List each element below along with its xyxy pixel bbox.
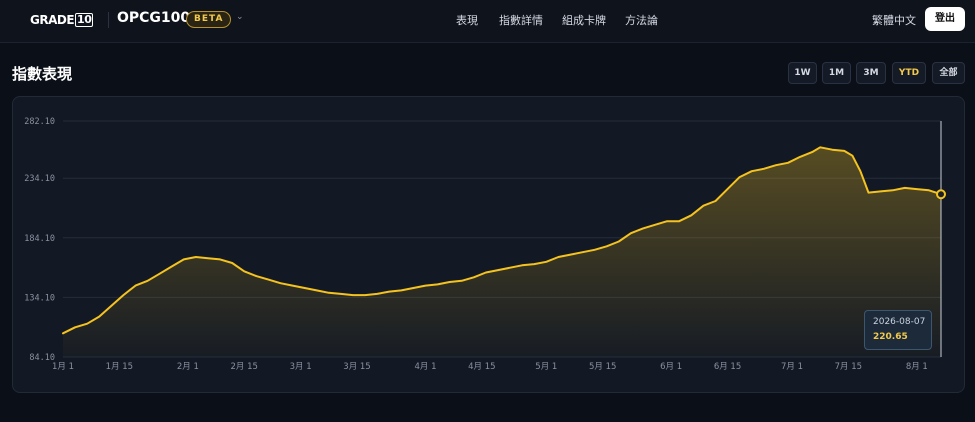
y-tick-label: 184.10 — [24, 234, 55, 244]
x-tick-label: 6月 1 — [660, 362, 682, 372]
nav-methodology[interactable]: 方法論 — [625, 12, 658, 28]
range-1w-button[interactable]: 1W — [788, 62, 817, 84]
tooltip-value: 220.65 — [873, 332, 908, 342]
x-tick-label: 2月 1 — [177, 362, 199, 372]
beta-badge: BETA — [186, 11, 232, 28]
x-tick-label: 5月 15 — [589, 362, 616, 372]
tooltip-date: 2026-08-07 — [873, 317, 926, 327]
x-tick-label: 2月 15 — [231, 362, 258, 372]
nav-performance[interactable]: 表現 — [456, 12, 478, 28]
language-selector[interactable]: 繁體中文 — [872, 12, 916, 28]
x-tick-label: 3月 1 — [290, 362, 312, 372]
x-tick-label: 3月 15 — [343, 362, 370, 372]
x-tick-label: 5月 1 — [535, 362, 557, 372]
grade10-logo[interactable]: GRADE 10 — [30, 12, 94, 28]
y-tick-label: 234.10 — [24, 174, 55, 184]
x-tick-label: 4月 15 — [468, 362, 495, 372]
x-tick-label: 8月 1 — [906, 362, 928, 372]
header-divider — [108, 12, 109, 28]
x-tick-label: 7月 1 — [781, 362, 803, 372]
index-name[interactable]: OPCG100 — [117, 10, 190, 26]
section-title: 指數表現 — [12, 65, 73, 83]
range-ytd-button[interactable]: YTD — [892, 62, 926, 84]
range-3m-button[interactable]: 3M — [856, 62, 886, 84]
x-tick-label: 1月 15 — [106, 362, 133, 372]
x-tick-label: 6月 15 — [714, 362, 741, 372]
x-tick-label: 7月 15 — [835, 362, 862, 372]
range-1m-button[interactable]: 1M — [822, 62, 851, 84]
performance-chart[interactable]: 282.10234.10184.10134.1084.101月 1 1月 15 2月… — [13, 97, 964, 392]
series-area — [63, 147, 941, 357]
y-tick-label: 134.10 — [24, 293, 55, 303]
x-tick-label: 1月 1 — [52, 362, 74, 372]
logo-box: 10 — [75, 13, 94, 27]
chart-tooltip: 2026-08-07 220.65 — [864, 310, 932, 350]
hover-point[interactable] — [936, 189, 946, 200]
nav-constituent-cards[interactable]: 組成卡牌 — [562, 12, 606, 28]
top-bar: GRADE 10 OPCG100 BETA ⌄ 表現 指數詳情 組成卡牌 方法論… — [0, 0, 975, 43]
logo-text: GRADE — [30, 13, 75, 27]
chart-card: 282.10 234.10 184.10 134.10 84.10 1月 1 1月 15 2月… — [12, 96, 965, 393]
chevron-down-icon[interactable]: ⌄ — [236, 12, 244, 22]
nav-index-details[interactable]: 指數詳情 — [499, 12, 543, 28]
y-tick-label: 282.10 — [24, 117, 55, 127]
range-all-button[interactable]: 全部 — [932, 62, 965, 84]
logout-button[interactable]: 登出 — [925, 7, 965, 31]
x-tick-label: 4月 1 — [414, 362, 436, 372]
